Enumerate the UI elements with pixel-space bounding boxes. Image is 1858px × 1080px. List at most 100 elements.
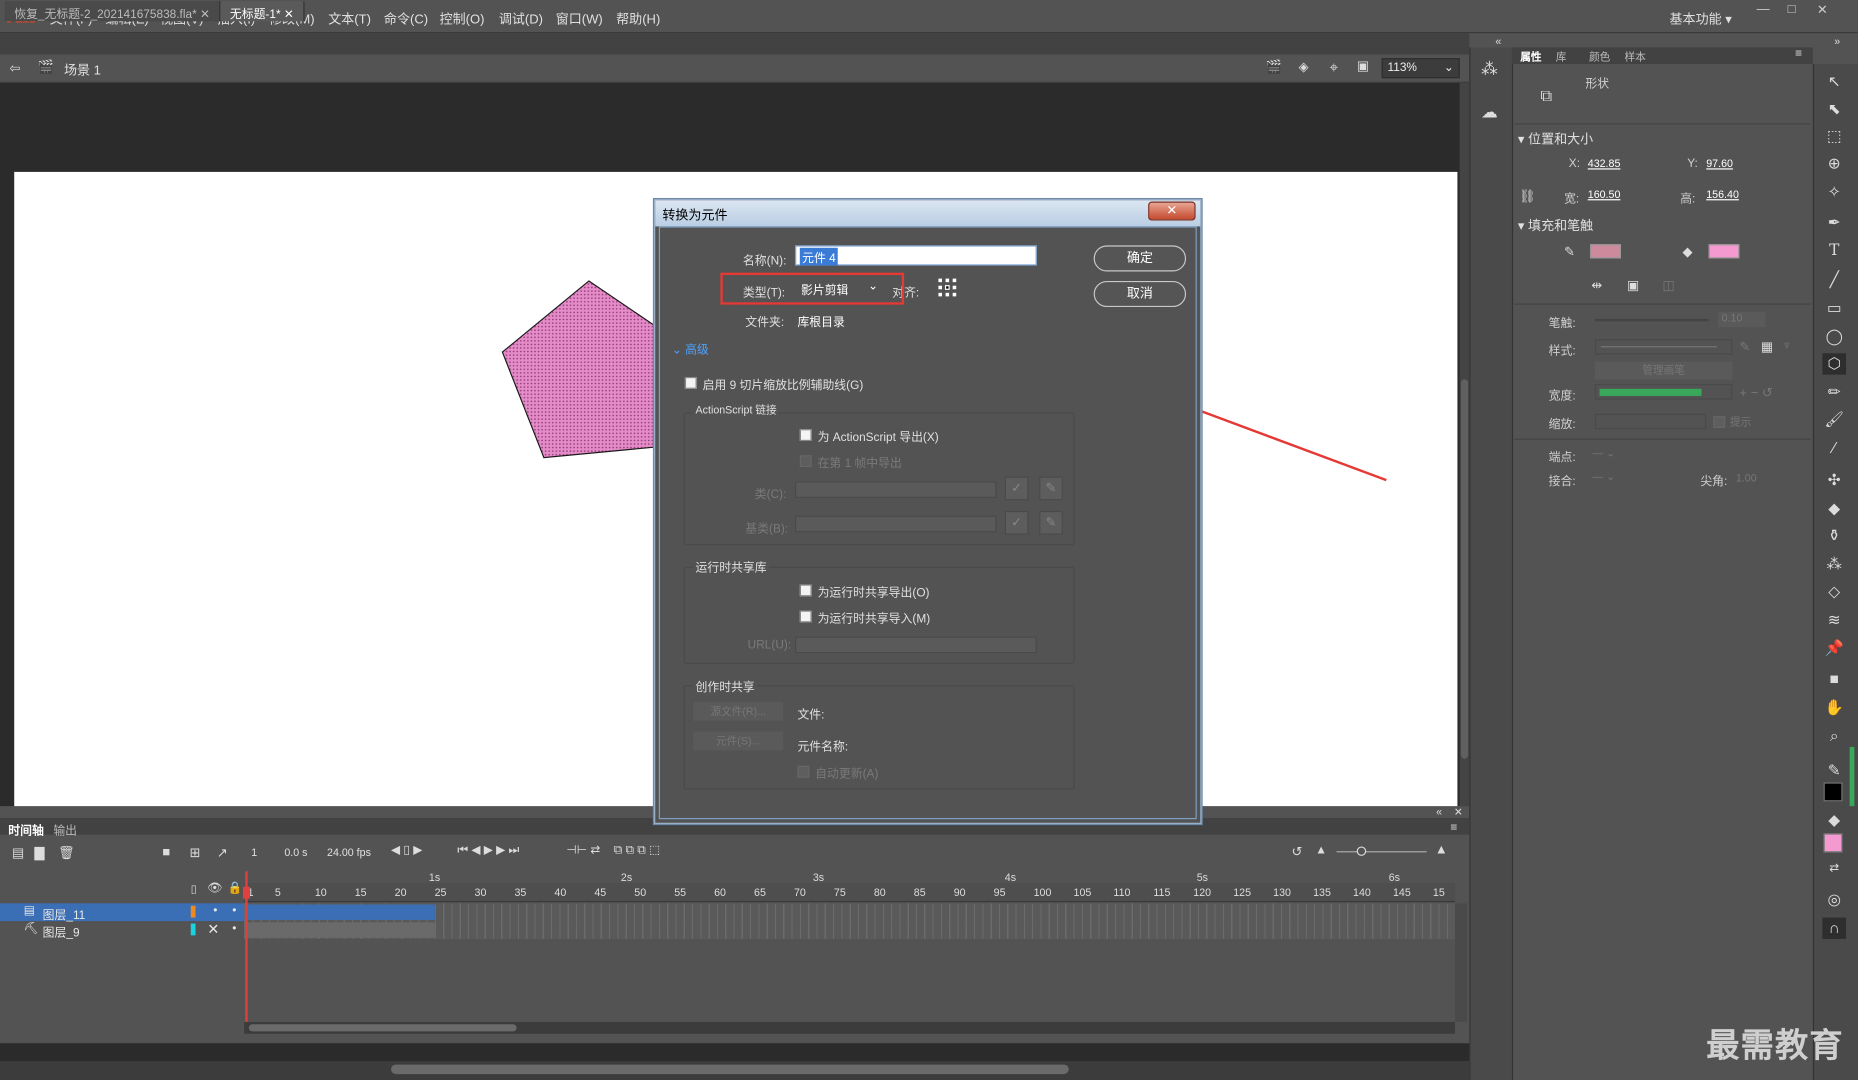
outline-column-icon[interactable]: ▯ (191, 883, 197, 896)
layer-color[interactable] (190, 905, 196, 918)
scrollbar-thumb[interactable] (391, 1064, 1069, 1075)
stroke-value[interactable]: 0.10 (1718, 311, 1766, 328)
close-timeline-icon[interactable]: ✕ (1454, 806, 1463, 819)
join-select[interactable]: — ⌄ (1593, 471, 1616, 484)
class-input[interactable] (795, 481, 997, 498)
symbol-button[interactable]: 元件(S)... (693, 731, 784, 751)
scale-select[interactable] (1594, 413, 1707, 430)
width-profile-select[interactable] (1594, 384, 1733, 400)
rsl-export-checkbox[interactable] (799, 584, 812, 597)
rectangle-tool-icon[interactable]: ▭ (1822, 298, 1846, 319)
lock-dot[interactable]: • (232, 922, 236, 935)
layer-name[interactable]: 图层_11 (43, 905, 86, 922)
tab-library[interactable]: 库 (1556, 49, 1567, 64)
current-frame[interactable]: 1 (251, 846, 257, 858)
frame-zoom-slider[interactable] (1336, 851, 1427, 853)
playhead-handle[interactable] (242, 886, 251, 899)
workspace-switcher[interactable]: 基本功能 ▾ (1670, 9, 1732, 28)
delete-layer-icon[interactable]: 🗑 (58, 845, 75, 860)
paint-bucket-tool-icon[interactable]: ◆ (1822, 498, 1846, 519)
graph-icon[interactable]: ↗ (217, 845, 228, 860)
hidden-x-icon[interactable]: ✕ (207, 921, 219, 938)
zoom-select[interactable]: 113% ⌄ (1381, 58, 1460, 79)
zoom-out-frames-icon[interactable]: ▲ (1315, 844, 1327, 857)
cc-libraries-icon[interactable]: ☁ (1481, 102, 1498, 122)
text-tool-icon[interactable]: T (1822, 241, 1846, 262)
bone-tool-icon[interactable]: ✣ (1822, 469, 1846, 490)
center-stage-icon[interactable]: ⌖ (1329, 58, 1338, 77)
lock-ratio-icon[interactable]: ⛓ (1519, 188, 1536, 204)
fill-color-tool-swatch[interactable] (1823, 833, 1843, 853)
edit-stroke-icon[interactable]: ✎ (1739, 339, 1750, 354)
new-layer-icon[interactable]: ▤ (12, 845, 24, 860)
width-tool-icon[interactable]: ≋ (1822, 609, 1846, 630)
y-value[interactable]: 97.60 (1706, 158, 1733, 170)
collapse-timeline-icon[interactable]: « (1436, 806, 1442, 818)
validate-class-icon[interactable]: ✓ (1004, 476, 1029, 501)
brush-icon[interactable]: ♆ (1782, 339, 1792, 353)
playback-controls-icon[interactable]: ⏮ ◀ ▶ ▶ ⏭ (457, 844, 519, 857)
free-transform-icon[interactable]: ⬚ (1822, 126, 1846, 147)
miter-value[interactable]: 1.00 (1736, 472, 1757, 484)
menu-commands[interactable]: 命令(C) (384, 9, 428, 28)
brush-library-icon[interactable]: ▦ (1761, 339, 1773, 354)
as-export-checkbox[interactable] (799, 429, 812, 442)
swap-colors-tool-icon[interactable]: ⇄ (1822, 858, 1846, 879)
lock-dot[interactable]: • (232, 905, 236, 918)
brush-tool-icon[interactable]: ⁄ (1822, 437, 1846, 458)
close-icon[interactable]: ✕ (284, 8, 294, 21)
scrollbar-thumb[interactable] (248, 1024, 517, 1032)
paint-brush-icon[interactable]: 🖌 (1822, 409, 1846, 430)
fill-color-icon[interactable]: ◆ (1822, 810, 1846, 831)
advanced-toggle[interactable]: ⌄ 高级 (672, 339, 709, 357)
line-tool-icon[interactable]: ╱ (1822, 269, 1846, 290)
motion-presets-icon[interactable]: ⁂ (1481, 59, 1498, 79)
fill-color-swatch[interactable] (1708, 244, 1740, 259)
stroke-color-icon[interactable]: ✎ (1822, 760, 1846, 781)
snap-magnet-icon[interactable]: ∩ (1822, 917, 1847, 939)
menu-window[interactable]: 窗口(W) (556, 9, 603, 28)
selected-frame-span[interactable] (245, 904, 435, 920)
menu-help[interactable]: 帮助(H) (616, 9, 660, 28)
polystar-tool-icon[interactable]: ⬡ (1822, 353, 1847, 375)
hint-checkbox[interactable] (1713, 416, 1726, 428)
x-value[interactable]: 432.85 (1588, 158, 1621, 170)
edit-symbol-icon[interactable]: ◈ (1299, 59, 1309, 74)
loop-icon[interactable]: ⊣⊢ ⇄ (566, 844, 600, 857)
source-file-button[interactable]: 源文件(R)... (693, 701, 784, 721)
timeline-menu-icon[interactable]: ≡ (1450, 822, 1457, 835)
scrollbar-thumb[interactable] (1460, 379, 1469, 759)
layer-row-11[interactable]: ▤ 图层_11 • • (0, 903, 245, 922)
enable-9slice-checkbox[interactable] (684, 376, 697, 389)
visibility-dot[interactable]: • (213, 905, 217, 918)
minimize-button[interactable]: — (1749, 2, 1777, 21)
url-input[interactable] (795, 636, 1037, 654)
cap-select[interactable]: — ⌄ (1593, 447, 1616, 460)
frame-rate[interactable]: 24.00 fps (327, 846, 371, 858)
layer-name[interactable]: 图层_9 (43, 922, 80, 940)
stroke-color-swatch[interactable] (1590, 244, 1621, 259)
subselection-tool-icon[interactable]: ⬉ (1822, 98, 1846, 119)
folder-link[interactable]: 库根目录 (797, 312, 844, 330)
new-folder-icon[interactable]: ▇ (34, 845, 44, 860)
width-value[interactable]: 160.50 (1588, 188, 1621, 200)
slider-thumb[interactable] (1356, 846, 1367, 856)
refresh-icon[interactable]: ↺ (1292, 844, 1303, 859)
close-window-button[interactable]: ✕ (1808, 2, 1836, 21)
camera-tool-icon[interactable]: ■ (1822, 669, 1846, 690)
tab-swatches[interactable]: 样本 (1624, 49, 1645, 64)
cancel-button[interactable]: 取消 (1093, 280, 1187, 308)
current-time[interactable]: 0.0 s (284, 846, 307, 858)
tab-properties[interactable]: 属性 (1520, 49, 1541, 64)
prev-keyframe-icon[interactable]: ◀ ▯ ▶ (391, 844, 422, 857)
tab-output[interactable]: 输出 (53, 820, 77, 838)
camera-icon[interactable]: ■ (162, 845, 170, 859)
maximize-button[interactable]: □ (1777, 2, 1805, 21)
eraser-icon[interactable]: ◇ (1822, 581, 1846, 602)
menu-control[interactable]: 控制(O) (440, 9, 485, 28)
layer-color[interactable] (190, 923, 196, 936)
menu-debug[interactable]: 调试(D) (499, 9, 543, 28)
pin-tool-icon[interactable]: 📌 (1822, 638, 1846, 659)
parenting-icon[interactable]: ⊞ (190, 845, 201, 860)
edit-base-icon[interactable]: ✎ (1039, 510, 1063, 535)
